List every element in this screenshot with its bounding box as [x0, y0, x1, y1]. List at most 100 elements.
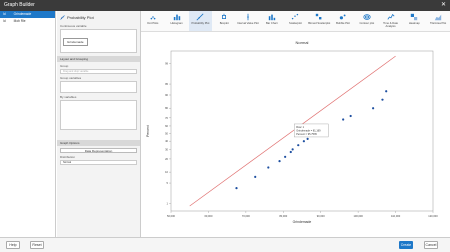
create-button[interactable]: Create [399, 241, 413, 249]
tooltip-text: Row: 1 [296, 126, 304, 129]
tooltip-text: Percent = 95.7535 [296, 133, 317, 136]
toolbar-item-label: Contour plot [359, 22, 375, 25]
layout-section-header[interactable]: Layout and Grouping [57, 56, 140, 62]
graph-options-header[interactable]: Graph Options [57, 140, 140, 146]
dot-plot-icon [150, 16, 156, 20]
binned-scatterplot-icon [316, 13, 322, 20]
toolbar-item-probability-plot[interactable]: Probability Plot [188, 11, 213, 31]
y-tick-label: 60 [165, 124, 168, 128]
toolbar-item-contour-plot[interactable]: Contour plot [355, 11, 379, 31]
toolbar-item-interval-plot[interactable]: Interval Value Plot [236, 11, 260, 31]
y-tick-label: 70 [165, 116, 168, 120]
data-point [235, 186, 238, 190]
y-tick-label: 95 [165, 82, 168, 86]
histogram-icon [173, 14, 180, 21]
scatterplot-icon [292, 13, 299, 20]
toolbar-item-label: Interval Value Plot [237, 22, 259, 25]
cancel-button[interactable]: Cancel [424, 241, 438, 249]
time-series-icon [386, 13, 395, 20]
x-tick-label: 70,000 [242, 214, 250, 218]
continuous-label: Continuous variable [60, 24, 87, 28]
heatmap-icon [411, 13, 418, 21]
data-point [381, 98, 384, 101]
y-tick-label: 50 [165, 132, 168, 136]
y-axis-label: Percent [146, 125, 150, 137]
y-tick-label: 30 [165, 147, 168, 151]
group-variables-dropzone[interactable] [60, 81, 137, 93]
window-titlebar: Graph Builder ✕ [0, 0, 450, 11]
footer-bar: Help Reset Create Cancel [0, 237, 450, 252]
list-item[interactable]: Id Mob Rle [0, 18, 55, 25]
window-title: Graph Builder [4, 2, 35, 8]
plot-type-title: Probability Plot [67, 15, 94, 20]
data-point [289, 150, 292, 154]
tooltip-text: Grindemade = 81,169 [296, 130, 321, 133]
x-tick-label: 80,000 [279, 214, 287, 218]
toolbar-item-dot-plot[interactable]: Dot Plots [141, 11, 165, 31]
y-tick-label: 20 [165, 157, 168, 161]
toolbar-item-label: Heatmap [408, 22, 420, 25]
group-input[interactable]: Drag and drop variable [60, 69, 137, 74]
contour-plot-icon [363, 14, 371, 20]
toolbar-item-scatterplot[interactable]: Scatterplot [284, 11, 308, 31]
list-item[interactable]: Id Grindemade [0, 11, 55, 18]
data-point [267, 166, 270, 169]
group-variables-label: Group variables [60, 76, 82, 80]
config-panel: Probability Plot Continuous variable Gri… [57, 11, 141, 237]
data-point [349, 114, 352, 118]
bubble-plot-icon [339, 14, 346, 20]
x-tick-label: 60,000 [204, 214, 212, 218]
data-point [278, 160, 281, 163]
distribution-label: Distribution [60, 155, 76, 159]
reset-button[interactable]: Reset [30, 241, 44, 249]
y-tick-label: 99 [165, 62, 168, 66]
y-tick-label: 10 [165, 170, 168, 174]
plot-type-header: Probability Plot [57, 13, 140, 22]
data-representation-tab[interactable]: Data Representation [60, 148, 137, 153]
x-axis-label: Grindemade [293, 220, 312, 224]
toolbar-item-time-series[interactable]: Time & Date Analysis [379, 11, 403, 31]
group-label: Group [60, 64, 69, 68]
chart-type-toolbar: Dot Plots Histogram Probability Plot Boxplo… [141, 11, 450, 32]
toolbar-item-histogram[interactable]: Histogram [165, 11, 189, 31]
toolbar-item-label: Bar Chart [265, 22, 278, 25]
list-item-label: Mob Rle [13, 19, 26, 23]
by-variables-label: By variables [60, 95, 77, 99]
probability-plot-icon [196, 13, 204, 21]
interval-plot-icon [247, 13, 249, 21]
x-tick-label: 50,000 [167, 214, 175, 218]
toolbar-item-label: Scatterplot [289, 22, 302, 25]
continuous-dropzone[interactable]: Grindemade [60, 29, 137, 53]
by-variables-dropzone[interactable] [60, 100, 137, 130]
data-point [342, 118, 345, 121]
help-button[interactable]: Help [6, 241, 20, 249]
x-tick-label: 110,000 [391, 214, 401, 218]
toolbar-item-boxplot[interactable]: Boxplot [212, 11, 236, 31]
data-point [291, 148, 294, 151]
toolbar-item-label: Tile/Area Plot [430, 22, 447, 25]
data-point [306, 137, 309, 140]
toolbar-item-binned-scatterplot[interactable]: Binned Scatterplot [307, 11, 331, 31]
toolbar-item-area-plot[interactable]: Tile/Area Plot [426, 11, 450, 31]
y-tick-label: 40 [165, 139, 168, 143]
list-item-type: Id [3, 19, 6, 23]
data-point [284, 155, 287, 158]
close-icon[interactable]: ✕ [441, 0, 446, 11]
boxplot-icon [222, 13, 227, 19]
x-tick-label: 90,000 [317, 214, 325, 218]
toolbar-item-label: Bubble Plot [336, 22, 350, 25]
distribution-select[interactable]: Normal [60, 160, 137, 165]
toolbar-item-heatmap[interactable]: Heatmap [402, 11, 426, 31]
data-point [372, 107, 375, 110]
data-point [385, 90, 388, 93]
y-tick-label: 1 [167, 202, 169, 206]
toolbar-item-bar-chart[interactable]: Bar Chart [260, 11, 284, 31]
variable-chip[interactable]: Grindemade [63, 38, 88, 46]
toolbar-item-label: Boxplot [219, 22, 229, 25]
chart-area: Normal 50,000 60,000 70,000 80,000 90,000 100,… [141, 33, 450, 237]
toolbar-item-bubble-plot[interactable]: Bubble Plot [331, 11, 355, 31]
variable-list: Id Grindemade Id Mob Rle [0, 11, 56, 237]
bar-chart-icon [268, 14, 275, 21]
y-tick-label: 90 [165, 93, 168, 97]
toolbar-item-label: Dot Plots [147, 22, 159, 25]
